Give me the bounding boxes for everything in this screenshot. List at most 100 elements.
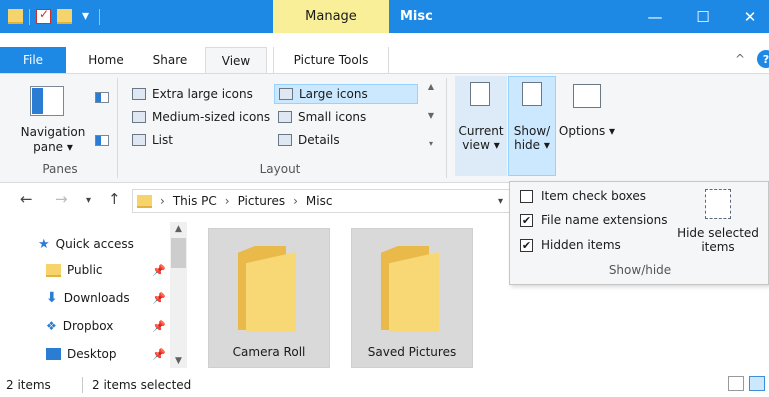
toolbar-divider — [29, 8, 30, 25]
show-hide-icon — [522, 82, 542, 106]
navigation-pane-button[interactable]: Navigation pane ▾ — [20, 125, 86, 155]
panes-group-label: Panes — [42, 162, 78, 176]
medium-icons-icon — [132, 111, 146, 123]
customize-toolbar-icon[interactable]: ▾ — [78, 9, 93, 24]
options-icon — [573, 84, 601, 108]
group-divider — [117, 78, 118, 178]
layout-option-label: List — [152, 133, 173, 147]
window-title: Misc — [400, 9, 433, 24]
option-label: File name extensions — [541, 213, 668, 227]
address-history-icon[interactable]: ▾ — [498, 196, 503, 207]
folder-icon — [238, 246, 298, 332]
hidden-items-checkbox[interactable]: ✔ — [520, 238, 533, 252]
folder-icon — [381, 246, 441, 332]
folder-icon — [137, 194, 152, 208]
scroll-up-icon[interactable]: ▲ — [170, 224, 187, 234]
file-item-label: Camera Roll — [232, 345, 306, 359]
show-hide-group-label: Show/hide — [608, 263, 672, 277]
pin-icon[interactable]: 📌 — [152, 264, 166, 277]
new-folder-icon[interactable] — [57, 9, 72, 24]
details-pane-icon[interactable] — [95, 135, 109, 146]
layout-extra-large-icons[interactable]: Extra large icons — [128, 84, 257, 104]
tree-item-downloads[interactable]: ⬇ Downloads — [46, 287, 130, 309]
item-check-boxes-option[interactable]: Item check boxes — [520, 186, 646, 206]
option-label: Item check boxes — [541, 189, 647, 203]
layout-large-icons[interactable]: Large icons — [274, 84, 418, 104]
tree-item-quick-access[interactable]: ★ Quick access — [38, 233, 134, 255]
layout-medium-icons[interactable]: Medium-sized icons — [128, 107, 274, 127]
file-name-extensions-checkbox[interactable]: ✔ — [520, 213, 533, 227]
gallery-more-icon[interactable]: ▾ — [429, 139, 433, 148]
tree-item-public[interactable]: Public — [46, 259, 103, 281]
manage-tab-label[interactable]: Manage — [273, 0, 389, 33]
recent-locations-icon[interactable]: ▾ — [86, 195, 91, 206]
scroll-up-icon[interactable]: ▲ — [428, 82, 434, 91]
breadcrumb-separator: › — [160, 194, 165, 208]
pin-icon[interactable]: 📌 — [152, 320, 166, 333]
details-view-icon[interactable] — [728, 376, 744, 391]
layout-option-label: Large icons — [299, 87, 368, 101]
quick-access-toolbar: ▾ — [0, 0, 100, 33]
pin-icon[interactable]: 📌 — [152, 348, 166, 361]
status-item-count: 2 items — [6, 378, 51, 392]
tab-picture-tools[interactable]: Picture Tools — [273, 47, 389, 73]
extra-large-icons-icon — [132, 88, 146, 100]
up-arrow-icon[interactable]: ↑ — [108, 190, 121, 208]
tab-file[interactable]: File — [0, 47, 66, 73]
details-icon — [278, 134, 292, 146]
layout-details[interactable]: Details — [274, 130, 344, 150]
properties-icon[interactable] — [36, 7, 51, 24]
current-view-icon — [470, 82, 490, 106]
tab-view[interactable]: View — [205, 47, 267, 73]
navigation-pane-icon[interactable] — [30, 86, 64, 116]
status-selected-count: 2 items selected — [92, 378, 192, 392]
tree-item-label: Downloads — [63, 291, 130, 305]
layout-option-label: Details — [298, 133, 340, 147]
hide-selected-items-icon[interactable] — [705, 189, 731, 219]
tree-item-dropbox[interactable]: ❖ Dropbox — [46, 315, 113, 337]
close-button[interactable]: ✕ — [727, 0, 769, 33]
maximize-button[interactable]: ☐ — [680, 0, 726, 33]
breadcrumb-this-pc[interactable]: This PC — [173, 194, 217, 208]
scroll-down-icon[interactable]: ▼ — [428, 111, 434, 120]
star-icon: ★ — [38, 236, 50, 252]
file-name-extensions-option[interactable]: ✔ File name extensions — [520, 210, 668, 230]
collapse-ribbon-icon[interactable]: ^ — [735, 52, 745, 66]
dropbox-icon: ❖ — [46, 319, 57, 333]
layout-small-icons[interactable]: Small icons — [274, 107, 370, 127]
hidden-items-option[interactable]: ✔ Hidden items — [520, 235, 621, 255]
help-icon[interactable]: ? — [757, 50, 769, 68]
breadcrumb-pictures[interactable]: Pictures — [238, 194, 286, 208]
scroll-down-icon[interactable]: ▼ — [170, 356, 187, 366]
folder-icon[interactable] — [8, 9, 23, 24]
forward-arrow-icon[interactable]: → — [55, 190, 68, 208]
option-label: Hidden items — [541, 238, 621, 252]
layout-gallery-scroll[interactable]: ▲ ▼ ▾ — [425, 82, 437, 148]
tab-home[interactable]: Home — [76, 47, 136, 73]
hide-selected-items-button[interactable]: Hide selected items — [674, 226, 762, 254]
large-icons-view-icon[interactable] — [749, 376, 765, 391]
tab-share[interactable]: Share — [142, 47, 198, 73]
nav-pane-scroll-thumb[interactable] — [171, 238, 186, 268]
tree-item-label: Quick access — [55, 237, 134, 251]
preview-pane-icon[interactable] — [95, 92, 109, 103]
minimize-button[interactable]: — — [632, 0, 678, 33]
back-arrow-icon[interactable]: ← — [20, 190, 33, 208]
pin-icon[interactable]: 📌 — [152, 292, 166, 305]
show-hide-button[interactable]: Show/ hide ▾ — [508, 124, 556, 152]
tree-item-desktop[interactable]: Desktop — [46, 343, 117, 365]
folder-icon — [46, 263, 61, 277]
layout-option-label: Extra large icons — [152, 87, 253, 101]
layout-list[interactable]: List — [128, 130, 177, 150]
address-bar[interactable]: › This PC › Pictures › Misc — [132, 189, 512, 213]
current-view-button[interactable]: Current view ▾ — [452, 124, 510, 152]
options-button[interactable]: Options ▾ — [558, 124, 616, 138]
breadcrumb-separator: › — [293, 194, 298, 208]
list-icon — [132, 134, 146, 146]
desktop-icon — [46, 348, 61, 360]
item-check-boxes-checkbox[interactable] — [520, 189, 533, 203]
group-divider — [446, 78, 447, 178]
status-divider — [82, 377, 83, 393]
breadcrumb-misc[interactable]: Misc — [306, 194, 333, 208]
breadcrumb-separator: › — [224, 194, 230, 208]
